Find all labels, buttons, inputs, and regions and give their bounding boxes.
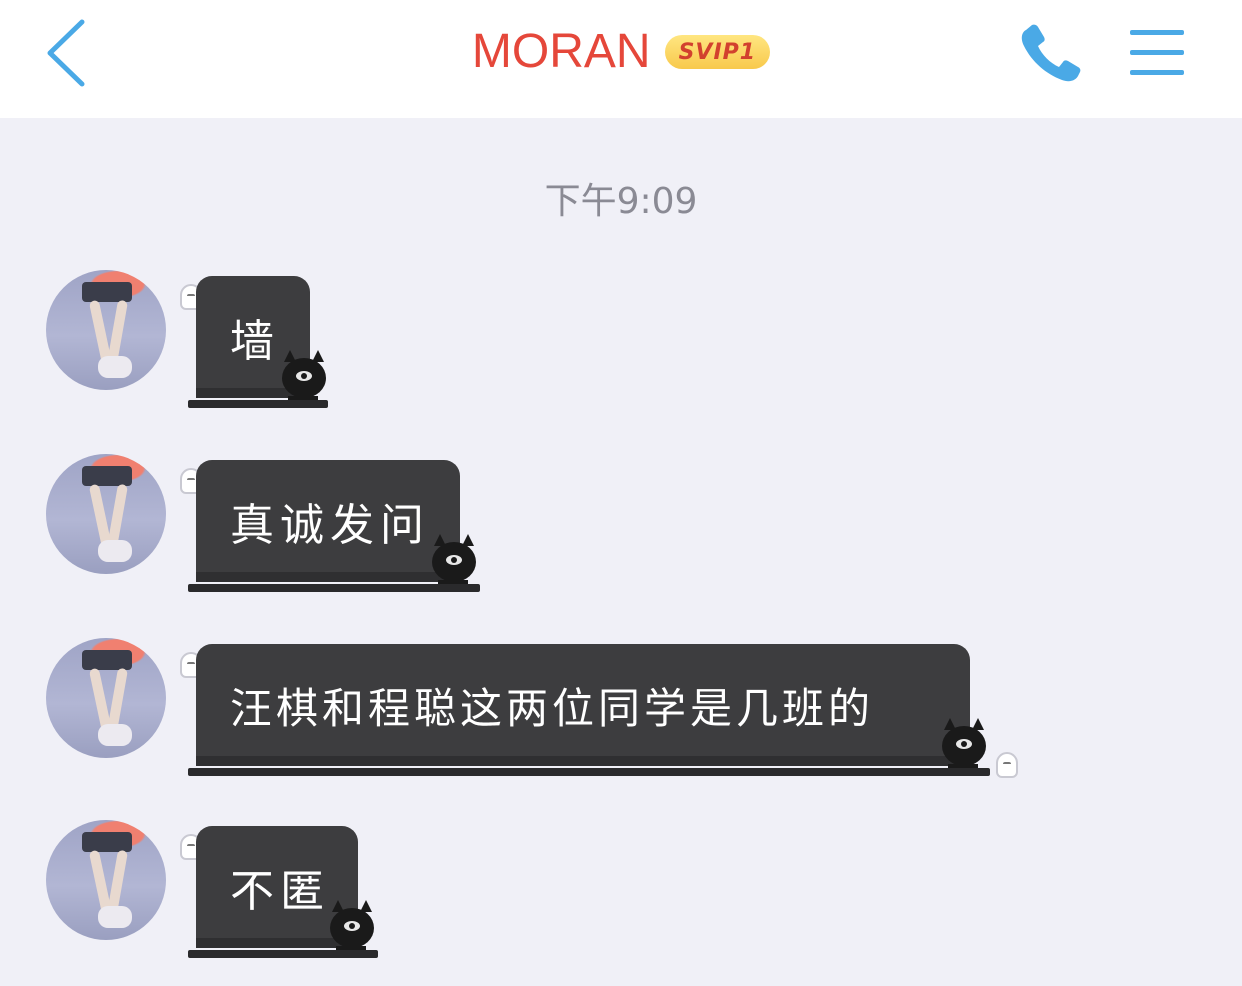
call-button[interactable]	[1016, 24, 1086, 84]
message-text: 真诚发问	[230, 500, 430, 551]
message-bubble[interactable]: 汪棋和程聪这两位同学是几班的	[196, 644, 970, 766]
bubble-base	[188, 768, 990, 776]
menu-button[interactable]	[1128, 28, 1186, 78]
message-row: 不匿	[0, 820, 1242, 970]
avatar[interactable]	[46, 454, 166, 574]
message-row: 汪棋和程聪这两位同学是几班的	[0, 638, 1242, 788]
bubble-ghost-icon	[996, 752, 1018, 778]
message-row: 墙	[0, 270, 1242, 420]
message-text: 墙	[230, 316, 280, 367]
avatar[interactable]	[46, 638, 166, 758]
message-row: 真诚发问	[0, 454, 1242, 604]
black-cat-icon	[942, 718, 986, 768]
message-bubble[interactable]: 真诚发问	[196, 460, 460, 582]
chat-header: MORAN SVIP1	[0, 0, 1242, 118]
chat-timestamp: 下午9:09	[544, 181, 698, 222]
message-text: 不匿	[230, 866, 330, 917]
black-cat-icon	[432, 534, 476, 584]
black-cat-icon	[330, 900, 374, 950]
phone-icon	[1021, 24, 1081, 82]
avatar[interactable]	[46, 820, 166, 940]
avatar[interactable]	[46, 270, 166, 390]
svip-badge: SVIP1	[664, 35, 771, 69]
message-text: 汪棋和程聪这两位同学是几班的	[230, 683, 875, 733]
menu-icon	[1130, 30, 1184, 75]
contact-name[interactable]: MORAN	[472, 28, 651, 76]
black-cat-icon	[282, 350, 326, 400]
